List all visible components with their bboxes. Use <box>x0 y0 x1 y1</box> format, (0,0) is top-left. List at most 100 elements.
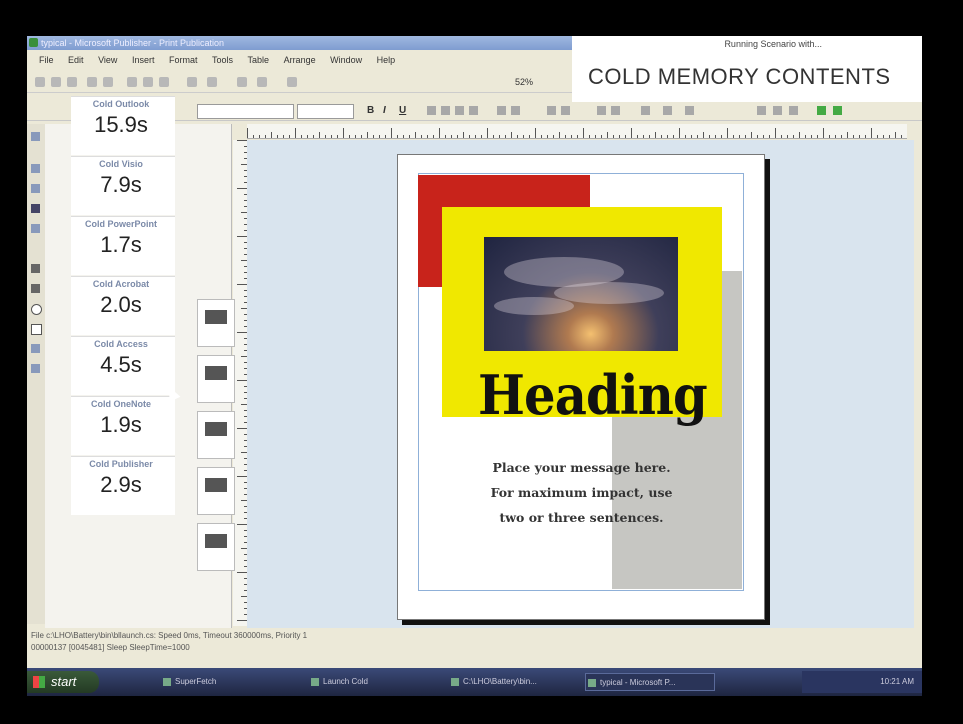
menu-arrange[interactable]: Arrange <box>284 52 316 68</box>
taskbar-item-label: SuperFetch <box>175 677 217 686</box>
menu-edit[interactable]: Edit <box>68 52 84 68</box>
taskbar-item-launch-cold[interactable]: Launch Cold <box>309 673 429 691</box>
hotspot-tool-icon[interactable] <box>31 364 40 373</box>
design-thumbnail[interactable] <box>197 299 235 347</box>
design-thumbnail[interactable] <box>197 411 235 459</box>
line-color-icon[interactable] <box>663 106 672 115</box>
open-icon[interactable] <box>51 77 61 87</box>
ruler-tick <box>697 135 698 138</box>
cut-icon[interactable] <box>127 77 137 87</box>
taskbar-item-publisher[interactable]: typical - Microsoft P... <box>585 673 715 691</box>
italic-icon[interactable]: I <box>383 105 386 116</box>
line-style-icon[interactable] <box>757 106 766 115</box>
decrease-indent-icon[interactable] <box>547 106 556 115</box>
fill-color-icon[interactable] <box>641 106 650 115</box>
heading-text[interactable]: Heading <box>478 363 708 427</box>
align-right-icon[interactable] <box>455 106 464 115</box>
font-color-icon[interactable] <box>685 106 694 115</box>
3d-style-icon[interactable] <box>833 106 842 115</box>
windows-flag-icon <box>33 676 45 688</box>
publication-page[interactable]: Heading Place your message here. For max… <box>397 154 765 620</box>
justify-icon[interactable] <box>469 106 478 115</box>
line-tool-icon[interactable] <box>31 264 40 273</box>
taskbar-item-label: C:\LHO\Battery\bin... <box>463 677 537 686</box>
underline-icon[interactable]: U <box>399 105 406 116</box>
ruler-tick <box>703 132 704 138</box>
ruler-tick <box>469 135 470 138</box>
ruler-tick <box>835 135 836 138</box>
redo-icon[interactable] <box>207 77 217 87</box>
design-thumbnail[interactable] <box>197 355 235 403</box>
shadow-icon[interactable] <box>817 106 826 115</box>
ruler-tick <box>811 135 812 138</box>
print-preview-icon[interactable] <box>103 77 113 87</box>
save-icon[interactable] <box>67 77 77 87</box>
columns-icon[interactable] <box>257 77 267 87</box>
ruler-tick <box>337 135 338 138</box>
design-thumbnail[interactable] <box>197 467 235 515</box>
menu-view[interactable]: View <box>98 52 117 68</box>
align-left-icon[interactable] <box>427 106 436 115</box>
menu-file[interactable]: File <box>39 52 54 68</box>
sunset-photo[interactable] <box>484 237 678 351</box>
design-thumbnail[interactable] <box>197 523 235 571</box>
start-button[interactable]: start <box>27 671 99 693</box>
font-size-up-icon[interactable] <box>597 106 606 115</box>
menu-table[interactable]: Table <box>248 52 270 68</box>
autoshapes-tool-icon[interactable] <box>31 344 40 353</box>
ruler-tick <box>445 135 446 138</box>
menu-window[interactable]: Window <box>330 52 362 68</box>
bullets-icon[interactable] <box>511 106 520 115</box>
font-size-combo[interactable] <box>297 104 354 119</box>
clock[interactable]: 10:21 AM <box>880 677 914 686</box>
picture-tool-icon[interactable] <box>31 224 40 233</box>
oval-tool-icon[interactable] <box>31 304 42 315</box>
window-titlebar[interactable]: typical - Microsoft Publisher - Print Pu… <box>27 36 572 50</box>
ruler-tick <box>237 236 247 237</box>
arrow-style-icon[interactable] <box>789 106 798 115</box>
undo-icon[interactable] <box>187 77 197 87</box>
select-tool-icon[interactable] <box>31 132 40 141</box>
menu-tools[interactable]: Tools <box>212 52 233 68</box>
message-text-box[interactable]: Place your message here. For maximum imp… <box>474 455 689 530</box>
show-formatting-icon[interactable] <box>287 77 297 87</box>
ruler-tick <box>535 128 536 138</box>
copy-icon[interactable] <box>143 77 153 87</box>
wordart-tool-icon[interactable] <box>31 204 40 213</box>
align-center-icon[interactable] <box>441 106 450 115</box>
font-name-combo[interactable] <box>197 104 294 119</box>
zoom-box[interactable]: 52% <box>515 77 533 87</box>
overlay-subtitle: Running Scenario with... <box>724 39 822 49</box>
ruler-tick <box>613 135 614 138</box>
timer-cold-powerpoint: Cold PowerPoint 1.7s <box>71 216 175 275</box>
menu-format[interactable]: Format <box>169 52 198 68</box>
ruler-tick <box>349 135 350 138</box>
font-size-down-icon[interactable] <box>611 106 620 115</box>
numbering-icon[interactable] <box>497 106 506 115</box>
app-icon <box>163 678 171 686</box>
insert-table-icon[interactable] <box>237 77 247 87</box>
arrow-tool-icon[interactable] <box>31 284 40 293</box>
ruler-tick <box>265 135 266 138</box>
menu-help[interactable]: Help <box>377 52 396 68</box>
print-icon[interactable] <box>87 77 97 87</box>
taskbar-item-superfetch[interactable]: SuperFetch <box>161 673 281 691</box>
ruler-tick <box>757 135 758 138</box>
increase-indent-icon[interactable] <box>561 106 570 115</box>
ruler-tick <box>237 476 247 477</box>
ruler-tick <box>307 135 308 138</box>
ruler-tick <box>883 135 884 138</box>
rectangle-tool-icon[interactable] <box>31 324 42 335</box>
horizontal-ruler[interactable] <box>247 124 907 139</box>
text-box-tool-icon[interactable] <box>31 164 40 173</box>
dash-style-icon[interactable] <box>773 106 782 115</box>
ruler-tick <box>391 128 392 138</box>
timer-value: 2.0s <box>100 292 142 317</box>
ruler-tick <box>895 132 896 138</box>
table-tool-icon[interactable] <box>31 184 40 193</box>
taskbar-item-console[interactable]: C:\LHO\Battery\bin... <box>449 673 573 691</box>
new-icon[interactable] <box>35 77 45 87</box>
menu-insert[interactable]: Insert <box>132 52 155 68</box>
bold-icon[interactable]: B <box>367 105 374 116</box>
paste-icon[interactable] <box>159 77 169 87</box>
